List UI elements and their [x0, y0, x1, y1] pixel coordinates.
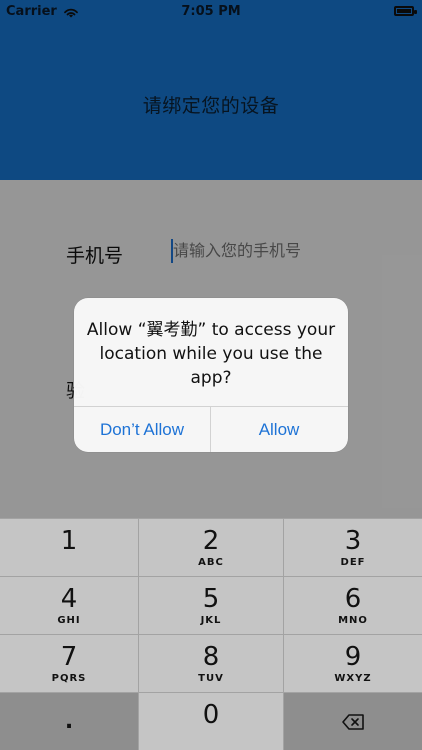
dont-allow-button[interactable]: Don’t Allow: [74, 407, 210, 452]
key-3[interactable]: 3 DEF: [284, 519, 422, 576]
key-2[interactable]: 2 ABC: [139, 519, 283, 576]
key-4[interactable]: 4 GHI: [0, 577, 138, 634]
key-letters: ABC: [198, 557, 224, 568]
app-screen: Carrier 7:05 PM 请绑定您的设备 手机号 验 Allow “翼考勤…: [0, 0, 422, 750]
key-number: 2: [202, 526, 220, 556]
key-letters: DEF: [340, 557, 366, 568]
key-9[interactable]: 9 WXYZ: [284, 635, 422, 692]
key-letters: GHI: [57, 615, 81, 626]
key-number: 9: [344, 642, 362, 672]
key-backspace[interactable]: [284, 693, 422, 750]
key-5[interactable]: 5 JKL: [139, 577, 283, 634]
key-0[interactable]: 0: [139, 693, 283, 750]
backspace-icon: [342, 713, 364, 730]
key-letters: WXYZ: [334, 673, 372, 684]
key-letters: TUV: [198, 673, 224, 684]
allow-button[interactable]: Allow: [211, 407, 347, 452]
key-letters: MNO: [338, 615, 368, 626]
numeric-keypad: 1 2 ABC 3 DEF 4 GHI 5 JKL 6 MNO 7 PQRS 8: [0, 518, 422, 750]
key-decimal[interactable]: .: [0, 693, 138, 750]
key-number: 7: [60, 642, 78, 672]
key-8[interactable]: 8 TUV: [139, 635, 283, 692]
location-permission-alert: Allow “翼考勤” to access your location whil…: [74, 298, 348, 452]
key-number: .: [64, 709, 74, 734]
key-number: 1: [60, 526, 78, 556]
key-number: 8: [202, 642, 220, 672]
key-number: 4: [60, 584, 78, 614]
key-number: 6: [344, 584, 362, 614]
key-number: 3: [344, 526, 362, 556]
key-number: 5: [202, 584, 220, 614]
key-7[interactable]: 7 PQRS: [0, 635, 138, 692]
key-number: 0: [202, 700, 220, 730]
key-letters: PQRS: [51, 673, 87, 684]
key-1[interactable]: 1: [0, 519, 138, 576]
key-letters: JKL: [200, 615, 222, 626]
key-6[interactable]: 6 MNO: [284, 577, 422, 634]
alert-message: Allow “翼考勤” to access your location whil…: [86, 320, 336, 388]
